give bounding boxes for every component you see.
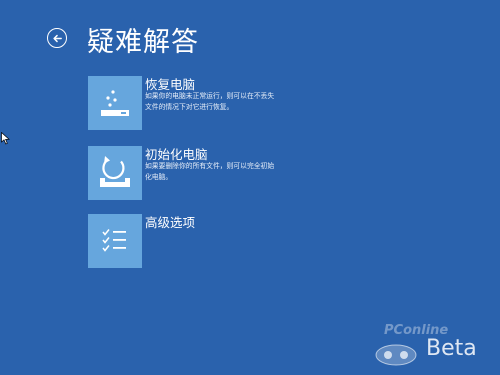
refresh-pc-tile <box>88 76 142 130</box>
option-description: 如果你的电脑未正常运行，则可以在不丢失文件的情况下对它进行恢复。 <box>145 92 275 111</box>
mouse-pointer-icon <box>1 132 10 145</box>
advanced-tile <box>88 214 142 268</box>
option-description: 如果要删除你的所有文件，则可以完全初始化电脑。 <box>145 162 275 181</box>
refresh-pc-icon <box>101 90 129 116</box>
page-title: 疑难解答 <box>87 27 199 58</box>
back-button[interactable] <box>47 28 67 48</box>
watermark-beta: Beta <box>426 336 477 361</box>
checklist-icon <box>102 229 126 252</box>
back-arrow-icon <box>52 34 62 42</box>
reset-pc-icon <box>100 156 130 187</box>
watermark: PConline Beta <box>374 321 494 371</box>
reset-pc-tile <box>88 146 142 200</box>
option-label: 高级选项 <box>145 215 196 230</box>
pconline-logo-icon <box>375 344 417 366</box>
